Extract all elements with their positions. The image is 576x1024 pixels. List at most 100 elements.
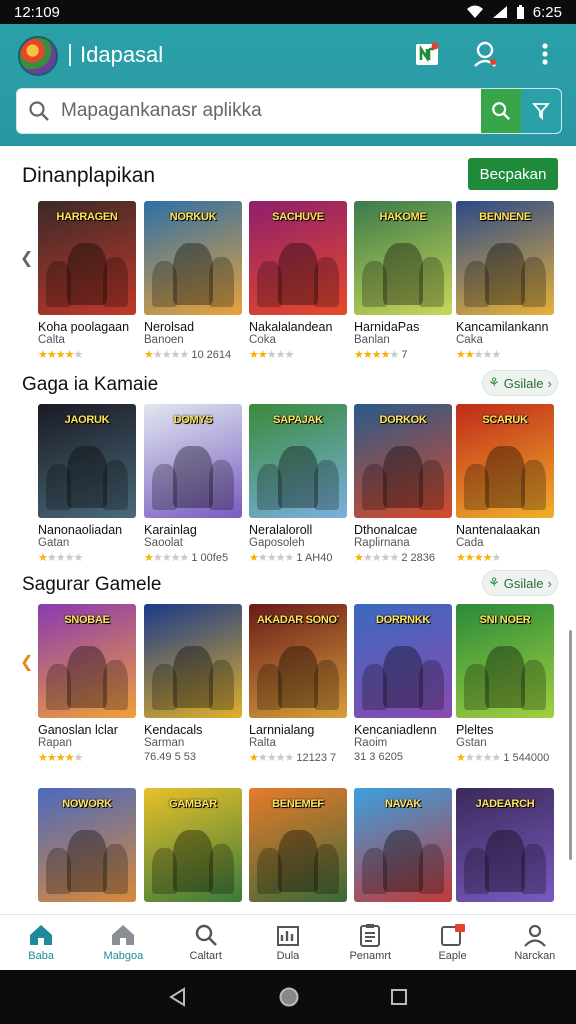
game-card[interactable]: AKADAR SONOT Larnnialang Ralta ★★★★★ 12123 … [249, 604, 347, 764]
nav-item-home[interactable]: Baba [0, 915, 82, 970]
game-thumbnail[interactable]: BENNENE [456, 201, 554, 315]
game-card[interactable]: SNOBAE Ganoslan lclar Rapan ★★★★★ [38, 604, 136, 764]
game-thumbnail[interactable]: NAVAK [354, 788, 452, 902]
nav-item-data[interactable]: Dula [247, 915, 329, 970]
game-card[interactable]: DOMYS Karainlag Saoolat ★★★★★ 1 00fe5 [144, 404, 242, 564]
game-publisher: Calta [38, 334, 65, 346]
game-thumbnail[interactable]: SNI NOER [456, 604, 554, 718]
game-rating: 76.49 5 53 [144, 751, 242, 763]
hero-figure [418, 256, 445, 307]
game-card[interactable]: NORKUK Nerolsad Banoen ★★★★★ 10 2614 [144, 201, 242, 361]
game-card[interactable]: GAMBAR [144, 788, 242, 902]
game-card[interactable]: HARRAGEN Koha poolagaan Calta ★★★★★ [38, 201, 136, 361]
game-card[interactable]: JAORUK Nanonaoliadan Gatan ★★★★★ [38, 404, 136, 564]
app-logo[interactable] [18, 36, 58, 76]
game-thumbnail[interactable]: DORRNKK [354, 604, 452, 718]
news-icon[interactable] [413, 40, 441, 68]
signal-icon [492, 6, 507, 18]
search-input[interactable] [61, 100, 481, 122]
back-icon[interactable] [168, 987, 188, 1007]
rating-count: 7 [398, 349, 408, 361]
status-time: 12:109 [14, 3, 60, 21]
game-logo: HARRAGEN [56, 211, 118, 223]
game-rating: ★★★★★ 10 2614 [144, 348, 242, 361]
see-all-button[interactable]: Becpakan [468, 158, 558, 190]
game-thumbnail[interactable]: NOWORK [38, 788, 136, 902]
home-circle-icon[interactable] [278, 986, 300, 1008]
search-submit-button[interactable] [481, 89, 521, 133]
star-icon: ★ [249, 552, 259, 564]
game-thumbnail[interactable] [144, 604, 242, 718]
nav-label: Mabgoa [103, 950, 144, 962]
game-card[interactable]: DORKOK Dthonalcae Raplirnana ★★★★★ 2 2836 [354, 404, 452, 564]
hero-figure [67, 646, 107, 708]
game-card[interactable]: DORRNKK Kencaniadlenn Raoim 31 3 6205 [354, 604, 452, 763]
hero-figure [173, 830, 213, 892]
nav-item-orders[interactable]: Penamrt [329, 915, 411, 970]
game-thumbnail[interactable]: HAKOME [354, 201, 452, 315]
star-icon: ★ [144, 552, 154, 564]
chevron-right-icon: › [547, 375, 552, 391]
hero-figure [102, 843, 129, 894]
game-logo: BENEMEF [272, 798, 324, 810]
game-publisher: Caka [456, 334, 483, 346]
game-thumbnail[interactable]: GAMBAR [144, 788, 242, 902]
nav-item-profile[interactable]: Narckan [494, 915, 576, 970]
game-thumbnail[interactable]: HARRAGEN [38, 201, 136, 315]
game-thumbnail[interactable]: SAPAJAK [249, 404, 347, 518]
game-card[interactable]: JADEARCH [456, 788, 554, 902]
game-logo: NOWORK [62, 798, 112, 810]
game-card[interactable]: NOWORK [38, 788, 136, 902]
game-card[interactable]: HAKOME HarnidaPas Banlan ★★★★★ 7 [354, 201, 452, 361]
nav-item-search[interactable]: Caltart [165, 915, 247, 970]
hero-figure [208, 843, 235, 894]
search-icon [195, 924, 217, 946]
game-card[interactable]: Kendacals Sarman 76.49 5 53 [144, 604, 242, 763]
game-thumbnail[interactable]: DOMYS [144, 404, 242, 518]
game-thumbnail[interactable]: SCARUK [456, 404, 554, 518]
game-card[interactable]: SACHUVE Nakalalandean Coka ★★★★★ [249, 201, 347, 361]
game-thumbnail[interactable]: JAORUK [38, 404, 136, 518]
search-icon [17, 100, 61, 122]
nav-item-notifications[interactable]: Eaple [411, 915, 493, 970]
game-logo: SACHUVE [272, 211, 324, 223]
game-card[interactable]: NAVAK [354, 788, 452, 902]
game-rating: ★★★★★ [38, 751, 136, 764]
game-rating: ★★★★★ 12123 7 [249, 751, 347, 764]
game-thumbnail[interactable]: NORKUK [144, 201, 242, 315]
scrollbar[interactable] [569, 630, 572, 860]
more-button[interactable]: ⚘ Gsilale › [482, 370, 558, 396]
more-button[interactable]: ⚘ Gsilale › [482, 570, 558, 596]
game-logo: AKADAR SONOT [257, 614, 339, 626]
game-thumbnail[interactable]: SNOBAE [38, 604, 136, 718]
game-card[interactable]: BENEMEF [249, 788, 347, 902]
nav-item-games[interactable]: Mabgoa [82, 915, 164, 970]
chart-icon [276, 926, 299, 946]
star-empty-icon: ★★★★ [362, 552, 399, 564]
battery-icon [516, 4, 524, 19]
game-thumbnail[interactable]: AKADAR SONOT [249, 604, 347, 718]
star-icon: ★★★★ [456, 552, 492, 564]
game-logo: JADEARCH [475, 798, 535, 810]
game-logo: JAORUK [64, 414, 110, 426]
game-card[interactable]: SAPAJAK Neralaloroll Gaposoleh ★★★★★ 1 AH40 [249, 404, 347, 564]
star-empty-icon: ★ [491, 552, 501, 564]
scroll-left-icon[interactable]: ❮ [20, 248, 33, 268]
game-thumbnail[interactable]: SACHUVE [249, 201, 347, 315]
game-card[interactable]: SNI NOER Pleltes Gstan ★★★★★ 1 544000 [456, 604, 554, 764]
star-icon: ★★★★ [38, 349, 74, 361]
game-thumbnail[interactable]: JADEARCH [456, 788, 554, 902]
hero-figure [67, 243, 107, 305]
game-card[interactable]: SCARUK Nantenalaakan Cada ★★★★★ [456, 404, 554, 564]
profile-search-icon[interactable] [471, 40, 499, 68]
game-thumbnail[interactable]: DORKOK [354, 404, 452, 518]
game-publisher: Sarman [144, 737, 185, 749]
hero-figure [485, 446, 525, 508]
game-thumbnail[interactable]: BENEMEF [249, 788, 347, 902]
recents-icon[interactable] [390, 988, 408, 1006]
filter-icon [532, 103, 550, 120]
filter-button[interactable] [521, 89, 561, 133]
more-menu-icon[interactable] [531, 40, 559, 68]
scroll-left-icon[interactable]: ❮ [20, 652, 33, 672]
game-card[interactable]: BENNENE Kancamilankann Caka ★★★★★ [456, 201, 554, 361]
